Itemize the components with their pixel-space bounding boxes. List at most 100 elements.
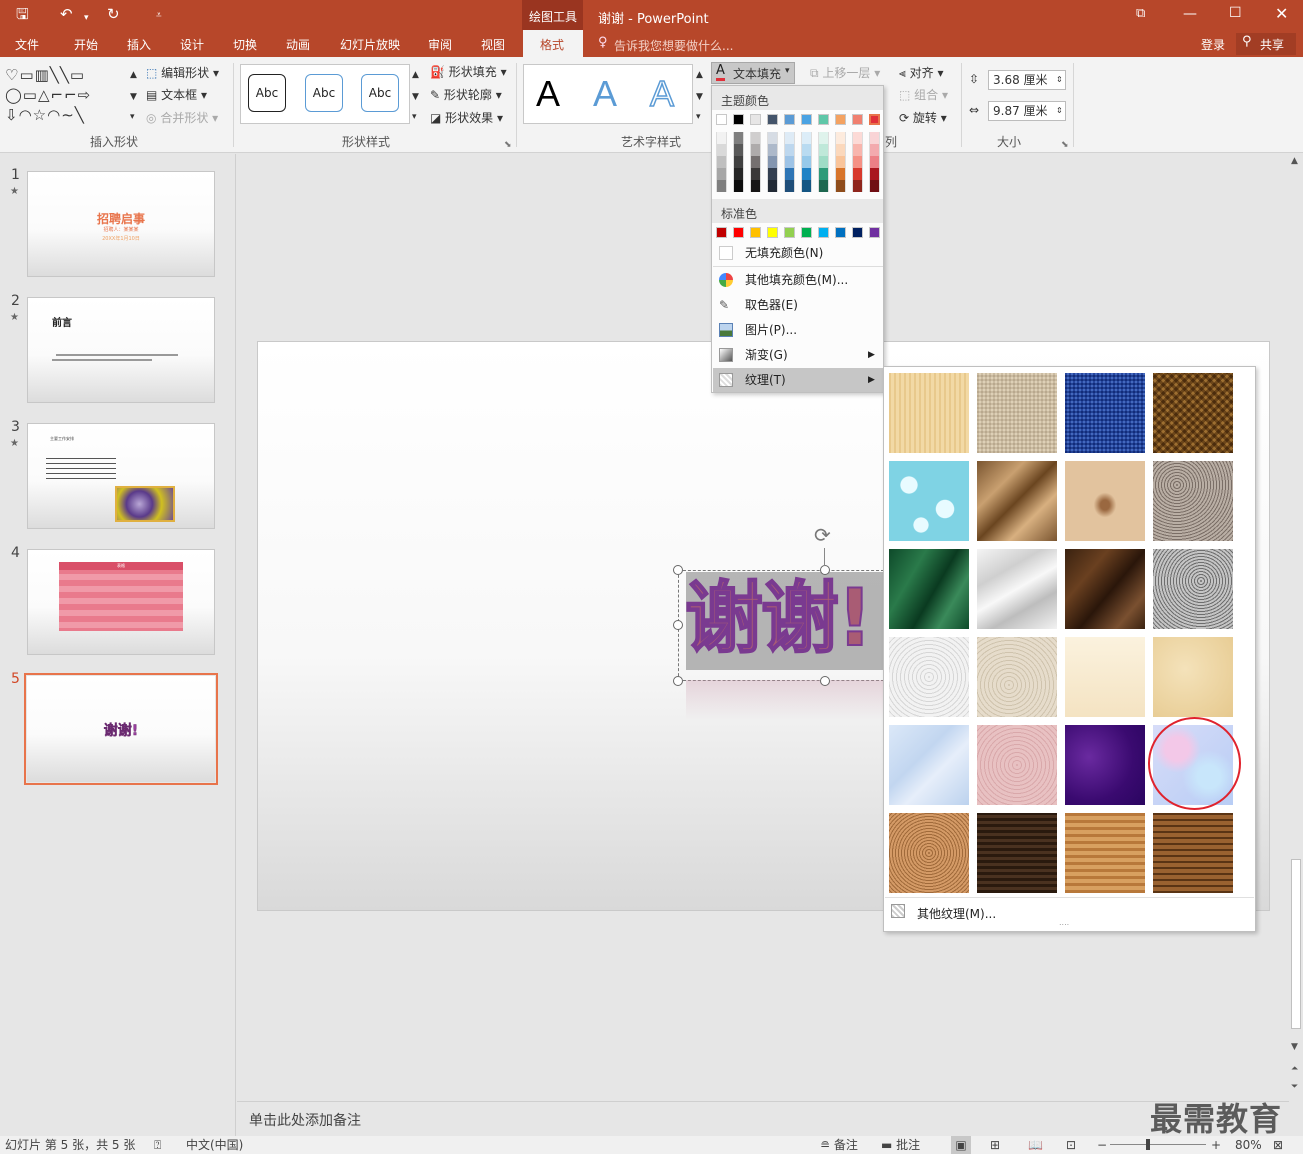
bring-forward-button[interactable]: ⧉ 上移一层 ▾ [810, 65, 880, 81]
prev-slide-icon[interactable]: ⏶ [1291, 1064, 1298, 1074]
reading-view-icon[interactable]: 📖 [1028, 1136, 1043, 1154]
theme-shade-swatch[interactable] [716, 132, 727, 144]
vertical-scrollbar[interactable]: ▲ ▼ ⏶ ⏷ [1289, 154, 1303, 1101]
slide-thumbnail-2[interactable]: 前言 [27, 297, 215, 403]
theme-shade-swatch[interactable] [784, 168, 795, 180]
minimize-icon[interactable]: — [1183, 6, 1197, 22]
texture-water-droplets[interactable] [889, 461, 969, 541]
picture-fill-item[interactable]: 图片(P)... [713, 318, 883, 342]
resize-handle[interactable] [820, 565, 830, 575]
texture-newsprint[interactable] [889, 637, 969, 717]
theme-shade-swatch[interactable] [733, 156, 744, 168]
shape-style-3[interactable]: Abc [361, 74, 399, 112]
tab-view[interactable]: 视图 [481, 36, 505, 53]
notes-pane[interactable]: 单击此处添加备注 [237, 1101, 1289, 1136]
tab-file[interactable]: 文件 [15, 36, 39, 53]
wordart-text[interactable]: 谢谢! [686, 573, 874, 665]
theme-shade-swatch[interactable] [767, 144, 778, 156]
theme-shade-swatch[interactable] [784, 180, 795, 192]
wordart-style-black[interactable]: A [536, 74, 560, 114]
theme-color-swatch[interactable] [733, 114, 744, 125]
slide-thumbnail-4[interactable]: 表格 [27, 549, 215, 655]
theme-shade-swatch[interactable] [869, 168, 880, 180]
tab-slideshow[interactable]: 幻灯片放映 [340, 36, 400, 53]
theme-shade-swatch[interactable] [716, 168, 727, 180]
theme-shade-swatch[interactable] [869, 144, 880, 156]
theme-color-swatch[interactable] [767, 114, 778, 125]
theme-shade-swatch[interactable] [852, 156, 863, 168]
theme-color-swatch[interactable] [869, 114, 880, 125]
theme-color-swatch[interactable] [818, 114, 829, 125]
resize-handle[interactable] [673, 565, 683, 575]
theme-shade-swatch[interactable] [852, 168, 863, 180]
theme-shade-swatch[interactable] [818, 144, 829, 156]
close-icon[interactable]: ✕ [1275, 4, 1288, 23]
theme-shade-swatch[interactable] [750, 168, 761, 180]
size-launcher-icon[interactable]: ⬊ [1061, 137, 1069, 153]
theme-shade-swatch[interactable] [869, 180, 880, 192]
texture-paper-bag[interactable] [977, 461, 1057, 541]
shape-outline-button[interactable]: ✎ 形状轮廓 ▾ [430, 87, 502, 103]
theme-color-swatch[interactable] [852, 114, 863, 125]
standard-color-swatch[interactable] [733, 227, 744, 238]
texture-purple-mesh[interactable] [1065, 725, 1145, 805]
wordart-style-outline[interactable]: A [649, 73, 675, 115]
spellcheck-icon[interactable]: ⍰ [154, 1136, 161, 1154]
slideshow-icon[interactable]: ⊡ [1066, 1136, 1076, 1154]
texture-parchment[interactable] [1065, 637, 1145, 717]
theme-shade-swatch[interactable] [852, 144, 863, 156]
theme-shade-swatch[interactable] [716, 180, 727, 192]
width-input[interactable]: 9.87 厘米 [988, 101, 1066, 121]
width-spinner-icon[interactable]: ⇕ [1056, 103, 1063, 119]
theme-shade-swatch[interactable] [767, 180, 778, 192]
theme-shade-swatch[interactable] [716, 156, 727, 168]
theme-shade-swatch[interactable] [733, 144, 744, 156]
texture-granite[interactable] [1153, 549, 1233, 629]
theme-color-swatch[interactable] [716, 114, 727, 125]
texture-pink-tissue[interactable] [977, 725, 1057, 805]
theme-shade-swatch[interactable] [818, 132, 829, 144]
theme-shade-swatch[interactable] [767, 156, 778, 168]
theme-shade-swatch[interactable] [784, 156, 795, 168]
theme-shade-swatch[interactable] [869, 132, 880, 144]
zoom-out-icon[interactable]: − [1097, 1136, 1107, 1154]
tab-insert[interactable]: 插入 [127, 36, 151, 53]
resize-grip-icon[interactable]: .... [1059, 918, 1069, 927]
slide-thumbnail-5-selected[interactable]: 谢谢! [24, 673, 218, 785]
shape-gallery-more-icon[interactable]: ▾ [130, 109, 135, 125]
no-fill-item[interactable]: 无填充颜色(N) [713, 241, 883, 265]
zoom-level[interactable]: 80% [1235, 1136, 1262, 1154]
standard-color-swatch[interactable] [869, 227, 880, 238]
theme-shade-swatch[interactable] [716, 144, 727, 156]
scroll-down-icon[interactable]: ▼ [1291, 1042, 1298, 1052]
resize-handle[interactable] [673, 620, 683, 630]
tab-format[interactable]: 格式 [523, 30, 583, 57]
theme-shade-swatch[interactable] [750, 180, 761, 192]
texture-sand[interactable] [1153, 461, 1233, 541]
texture-white-marble[interactable] [977, 549, 1057, 629]
theme-shade-swatch[interactable] [784, 144, 795, 156]
standard-color-swatch[interactable] [818, 227, 829, 238]
texture-green-marble[interactable] [889, 549, 969, 629]
style-scroll-down-icon[interactable]: ▼ [412, 89, 419, 105]
texture-brown-marble[interactable] [1065, 549, 1145, 629]
standard-color-swatch[interactable] [716, 227, 727, 238]
texture-woven-mat[interactable] [1153, 373, 1233, 453]
save-icon[interactable]: 🖫 [16, 5, 29, 23]
theme-color-swatch[interactable] [784, 114, 795, 125]
shape-gallery-scroll-up-icon[interactable]: ▲ [130, 67, 137, 83]
theme-shade-swatch[interactable] [801, 156, 812, 168]
style-scroll-up-icon[interactable]: ▲ [412, 67, 419, 83]
shape-gallery[interactable]: ♡▭▥╲╲▭ ◯▭△⌐⌐⇨ ⇩◠☆◠∼╲ [5, 65, 135, 127]
theme-shade-swatch[interactable] [801, 144, 812, 156]
next-slide-icon[interactable]: ⏷ [1291, 1082, 1298, 1092]
slide-sorter-icon[interactable]: ⊞ [990, 1136, 1000, 1154]
wordart-scroll-down-icon[interactable]: ▼ [696, 89, 703, 105]
tell-me-input[interactable]: 告诉我您想要做什么... [614, 37, 733, 54]
standard-color-swatch[interactable] [784, 227, 795, 238]
standard-color-swatch[interactable] [835, 227, 846, 238]
standard-color-swatch[interactable] [852, 227, 863, 238]
theme-shade-swatch[interactable] [801, 180, 812, 192]
standard-color-swatch[interactable] [767, 227, 778, 238]
zoom-slider-track[interactable] [1110, 1144, 1206, 1145]
